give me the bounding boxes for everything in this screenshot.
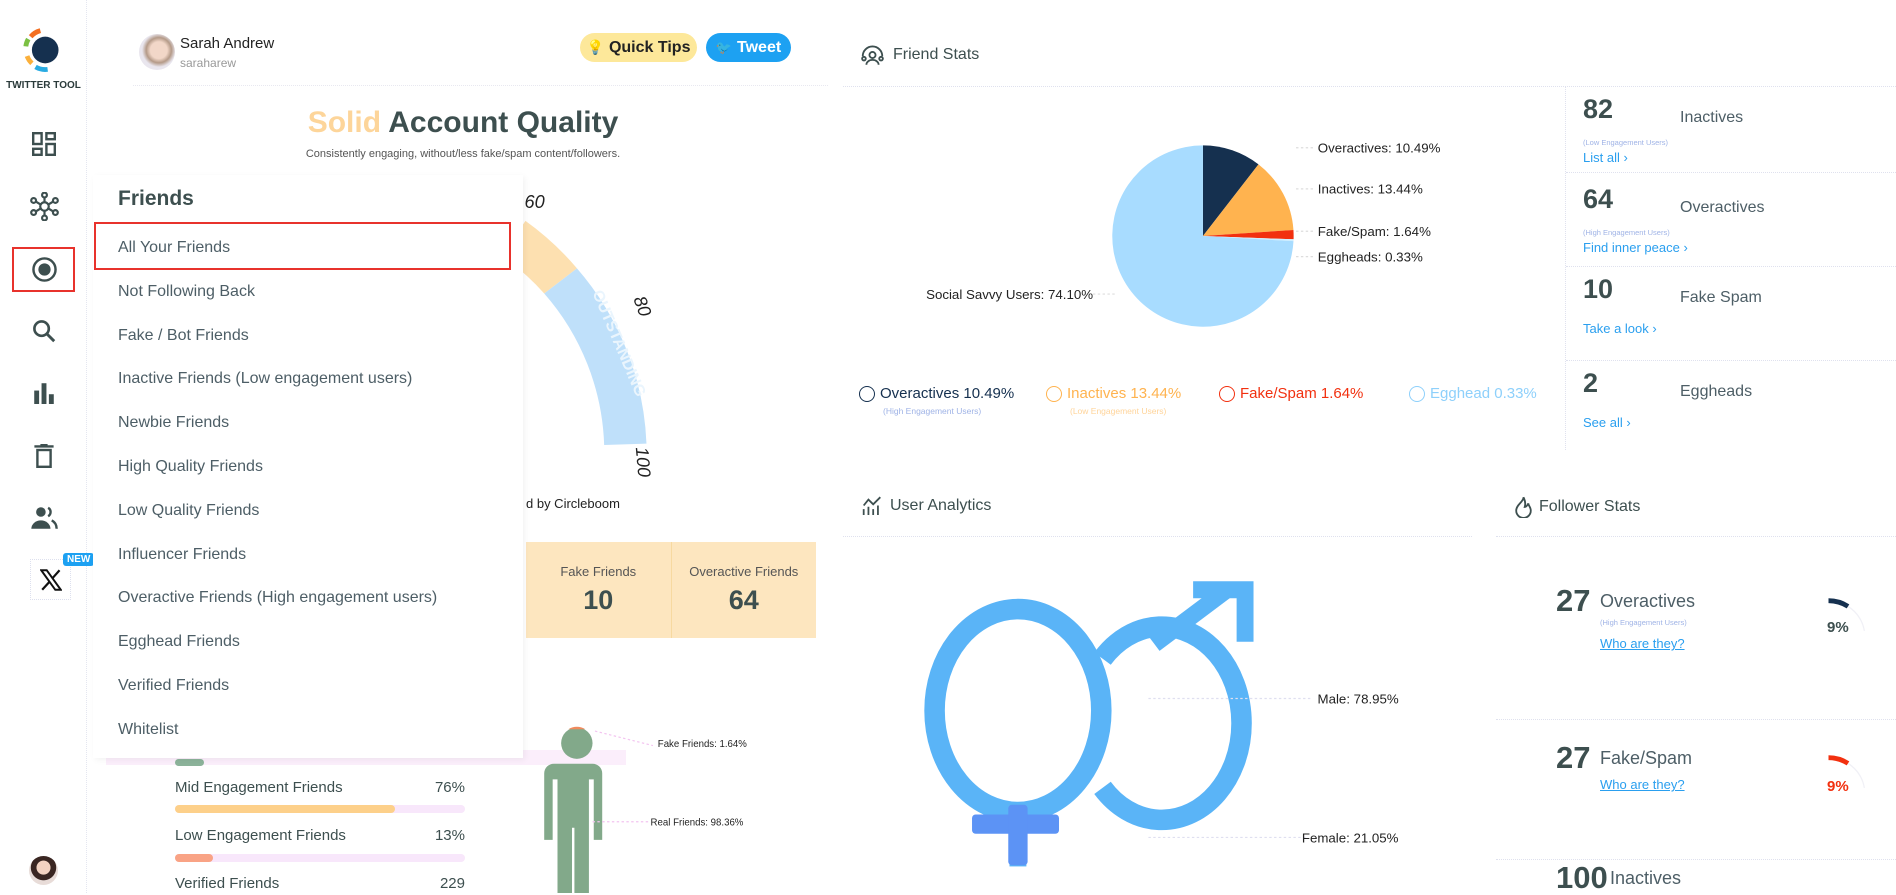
person-head-fake bbox=[568, 726, 586, 730]
side-stat-divider bbox=[1566, 360, 1896, 361]
legend-item: Fake/Spam 1.64% bbox=[1219, 385, 1363, 402]
legend-item: Overactives 10.49% (High Engagement Users… bbox=[859, 385, 1014, 416]
menu-item[interactable]: Not Following Back bbox=[118, 283, 255, 301]
gauge-tick-80: 80 bbox=[630, 293, 656, 319]
friend-stats-side: 82 Inactives (Low Engagement Users) List al… bbox=[1566, 87, 1896, 450]
pie-label: Eggheads: 0.33% bbox=[1318, 249, 1423, 264]
follower-percent-arc bbox=[1828, 598, 1850, 609]
follower-stat: 27 Overactives (High Engagement Users) Who … bbox=[1556, 585, 1882, 694]
head-gear-icon bbox=[859, 385, 875, 402]
overactive-friends-box[interactable]: Overactive Friends 64 bbox=[672, 542, 817, 638]
legend-item: Inactives 13.44% (Low Engagement Users) bbox=[1046, 385, 1181, 416]
menu-item[interactable]: Newbie Friends bbox=[118, 414, 229, 432]
menu-item[interactable]: Inactive Friends (Low engagement users) bbox=[118, 370, 412, 388]
male-label: Male: 78.95% bbox=[1318, 691, 1399, 706]
friends-group-icon bbox=[861, 45, 884, 65]
real-friends-label: Real Friends: 98.36% bbox=[651, 817, 744, 828]
friend-stats-title: Friend Stats bbox=[859, 44, 979, 66]
flame-icon bbox=[1515, 496, 1532, 518]
pie-label: Social Savvy Users: 74.10% bbox=[926, 287, 1093, 302]
engagement-bar bbox=[175, 854, 465, 862]
legend-item: Egghead 0.33% bbox=[1409, 385, 1537, 402]
engagement-value: 76% bbox=[434, 779, 465, 796]
menu-item[interactable]: Low Quality Friends bbox=[118, 502, 259, 520]
content-divider bbox=[840, 0, 841, 893]
follower-stat: 27 Fake/Spam Who are they? 9% bbox=[1556, 742, 1882, 851]
new-badge: NEW bbox=[63, 553, 95, 566]
side-stat: 64 Overactives (High Engagement Users) Find… bbox=[1583, 184, 1765, 255]
male-symbol-ring bbox=[1094, 616, 1252, 831]
pie-label: Fake/Spam: 1.64% bbox=[1318, 224, 1431, 239]
follower-percent-arc bbox=[1828, 755, 1850, 766]
female-symbol-ring bbox=[924, 598, 1112, 823]
side-stat: 10 Fake Spam Take a look › bbox=[1583, 274, 1762, 336]
side-stat-link[interactable]: Take a look › bbox=[1583, 321, 1657, 336]
pie-label: Overactives: 10.49% bbox=[1318, 141, 1441, 156]
users-icon[interactable] bbox=[27, 501, 61, 535]
who-are-they-link[interactable]: Who are they? bbox=[1600, 777, 1685, 792]
engagement-bar-fill bbox=[175, 854, 213, 862]
engagement-value: 13% bbox=[434, 827, 465, 844]
side-stat-link[interactable]: Find inner peace › bbox=[1583, 240, 1688, 255]
menu-item[interactable]: Whitelist bbox=[118, 721, 178, 739]
follower-percent-ring bbox=[1828, 598, 1865, 632]
female-label: Female: 21.05% bbox=[1302, 830, 1399, 845]
who-are-they-link[interactable]: Who are they? bbox=[1600, 636, 1685, 651]
side-stat: 82 Inactives (Low Engagement Users) List al… bbox=[1583, 94, 1744, 165]
person-body bbox=[544, 763, 603, 893]
follower-percent-ring bbox=[1828, 755, 1865, 789]
sad-face-icon bbox=[1046, 385, 1062, 402]
person-chart: Fake Friends: 1.64% Real Friends: 98.36% bbox=[544, 726, 748, 893]
menu-item[interactable]: Fake / Bot Friends bbox=[118, 327, 249, 345]
user-avatar[interactable] bbox=[29, 856, 58, 885]
engagement-value: 229 bbox=[439, 875, 465, 892]
gender-chart: Male: 78.95% Female: 21.05% bbox=[924, 581, 1399, 867]
follower-stat: 100 Inactives bbox=[1556, 860, 1682, 895]
powered-by: d by Circleboom bbox=[526, 496, 620, 511]
fake-friends-label: Fake Friends: 1.64% bbox=[658, 739, 748, 750]
menu-item[interactable]: Egghead Friends bbox=[118, 633, 240, 651]
engagement-bar-hidden bbox=[175, 759, 204, 766]
engagement-bar-fill bbox=[175, 805, 396, 813]
menu-item[interactable]: Influencer Friends bbox=[118, 546, 246, 564]
friend-stats-pie: Overactives: 10.49% Inactives: 13.44% Fake… bbox=[926, 141, 1441, 327]
engagement-label: Mid Engagement Friends bbox=[175, 779, 343, 796]
pie-label: Inactives: 13.44% bbox=[1318, 182, 1423, 197]
friends-menu: Friends All Your Friends Not Following Ba… bbox=[93, 175, 523, 758]
side-stat-divider bbox=[1566, 172, 1896, 173]
gauge-tick-100: 100 bbox=[632, 446, 655, 478]
friend-stats-legend: Overactives 10.49% (High Engagement Users… bbox=[859, 385, 1548, 433]
engagement-label: Low Engagement Friends bbox=[175, 827, 346, 844]
fake-friends-box[interactable]: Fake Friends 10 bbox=[526, 542, 672, 638]
user-analytics-title: User Analytics bbox=[861, 496, 991, 515]
summary-boxes: Fake Friends 10 Overactive Friends 64 bbox=[526, 542, 816, 638]
menu-item[interactable]: Verified Friends bbox=[118, 677, 229, 695]
menu-item[interactable]: Overactive Friends (High engagement user… bbox=[118, 589, 437, 607]
egg-icon bbox=[1409, 385, 1425, 402]
menu-item[interactable]: High Quality Friends bbox=[118, 458, 263, 476]
angry-face-icon bbox=[1219, 385, 1235, 402]
person-head bbox=[561, 727, 593, 759]
menu-title: Friends bbox=[118, 187, 194, 210]
engagement-bar bbox=[175, 805, 465, 813]
side-stat-link[interactable]: List all › bbox=[1583, 150, 1628, 165]
engagement-label: Verified Friends bbox=[175, 875, 280, 892]
side-stat-divider bbox=[1566, 266, 1896, 267]
side-stat-link[interactable]: See all › bbox=[1583, 415, 1631, 430]
gauge-tick-60: 60 bbox=[525, 192, 545, 212]
follower-stats-title: Follower Stats bbox=[1515, 496, 1640, 518]
analytics-icon bbox=[862, 496, 881, 515]
menu-item[interactable]: All Your Friends bbox=[118, 239, 230, 257]
side-stat: 2 Eggheads See all › bbox=[1583, 368, 1753, 430]
